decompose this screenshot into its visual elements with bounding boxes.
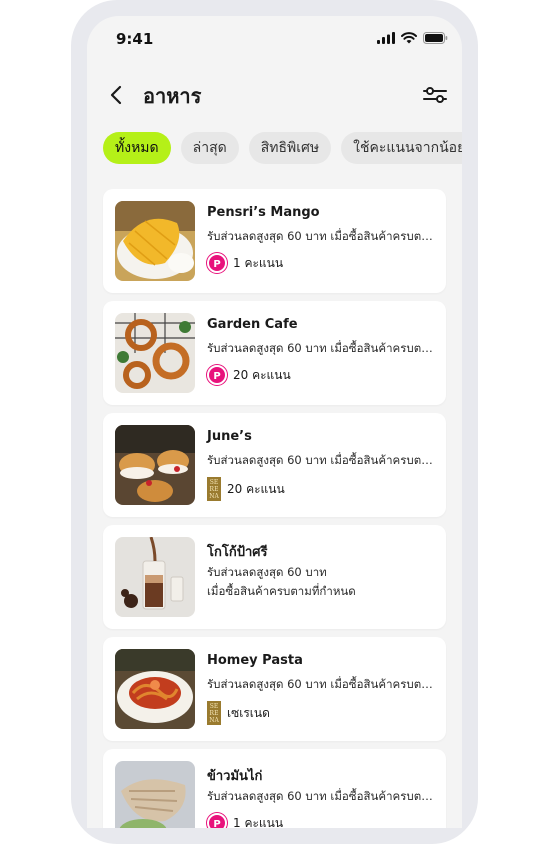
merchant-card[interactable]: Homey Pasta รับส่วนลดสูงสุด 60 บาท เมื่อ…: [103, 637, 446, 741]
merchant-list: Pensri’s Mango รับส่วนลดสูงสุด 60 บาท เม…: [103, 189, 446, 828]
merchant-card[interactable]: Pensri’s Mango รับส่วนลดสูงสุด 60 บาท เม…: [103, 189, 446, 293]
points-text: 1 คะแนน: [233, 255, 284, 270]
screen: 9:41 อาหาร ทั้งหมด ล่าสุด สิทธิพิเศษ ใช้…: [87, 16, 462, 828]
filter-chips: ทั้งหมด ล่าสุด สิทธิพิเศษ ใช้คะแนนจากน้อ…: [103, 132, 462, 164]
chip-points-low-to-high[interactable]: ใช้คะแนนจากน้อยไปมาก: [341, 132, 462, 164]
points-text: เซเรเนด: [227, 705, 270, 720]
merchant-offer: รับส่วนลดสูงสุด 60 บาท เมื่อซื้อสินค้าคร…: [207, 341, 433, 355]
merchant-offer: รับส่วนลดสูงสุด 60 บาท เมื่อซื้อสินค้าคร…: [207, 453, 433, 467]
page-title: อาหาร: [143, 84, 202, 108]
merchant-offer-line2: เมื่อซื้อสินค้าครบตามที่กำหนด: [207, 584, 356, 598]
merchant-name: โกโก้ป้าศรี: [207, 545, 268, 560]
merchant-card[interactable]: June’s รับส่วนลดสูงสุด 60 บาท เมื่อซื้อส…: [103, 413, 446, 517]
battery-icon: [423, 32, 448, 44]
points-row: P 20 คะแนน: [207, 365, 291, 385]
cream-puff-image: [115, 425, 195, 505]
serenade-logo-icon: SE RE NA: [207, 477, 221, 501]
signal-icon: [377, 32, 395, 44]
chip-latest[interactable]: ล่าสุด: [180, 132, 239, 164]
points-row: P 1 คะแนน: [207, 813, 283, 828]
wifi-icon: [401, 32, 417, 44]
chicken-rice-image: [115, 761, 195, 828]
serenade-logo-icon: SE RE NA: [207, 701, 221, 725]
points-text: 20 คะแนน: [233, 367, 291, 382]
points-badge-icon: P: [207, 813, 227, 828]
phone-frame: 9:41 อาหาร ทั้งหมด ล่าสุด สิทธิพิเศษ ใช้…: [71, 0, 478, 844]
back-icon[interactable]: [107, 83, 127, 107]
points-row: P 1 คะแนน: [207, 253, 283, 273]
points-text: 20 คะแนน: [227, 481, 285, 496]
merchant-card[interactable]: Garden Cafe รับส่วนลดสูงสุด 60 บาท เมื่อ…: [103, 301, 446, 405]
mango-sticky-rice-image: [115, 201, 195, 281]
merchant-name: Garden Cafe: [207, 317, 298, 332]
points-row: SE RE NA 20 คะแนน: [207, 477, 285, 501]
pasta-image: [115, 649, 195, 729]
points-badge-icon: P: [207, 253, 227, 273]
merchant-name: ข้าวมันไก่: [207, 769, 263, 784]
status-time: 9:41: [116, 30, 154, 48]
merchant-name: June’s: [207, 429, 252, 444]
merchant-name: Homey Pasta: [207, 653, 303, 668]
chip-all[interactable]: ทั้งหมด: [103, 132, 171, 164]
filter-icon[interactable]: [422, 84, 448, 106]
points-text: 1 คะแนน: [233, 815, 284, 829]
pretzel-image: [115, 313, 195, 393]
merchant-offer: รับส่วนลดสูงสุด 60 บาท เมื่อซื้อสินค้าคร…: [207, 229, 433, 243]
chip-privileges[interactable]: สิทธิพิเศษ: [248, 132, 332, 164]
merchant-offer: รับส่วนลดสูงสุด 60 บาท เมื่อซื้อสินค้าคร…: [207, 789, 433, 803]
merchant-card[interactable]: ข้าวมันไก่ รับส่วนลดสูงสุด 60 บาท เมื่อซ…: [103, 749, 446, 828]
points-badge-icon: P: [207, 365, 227, 385]
status-icons: [377, 32, 448, 44]
merchant-name: Pensri’s Mango: [207, 205, 320, 220]
merchant-offer: รับส่วนลดสูงสุด 60 บาท เมื่อซื้อสินค้าคร…: [207, 677, 433, 691]
points-row: SE RE NA เซเรเนด: [207, 701, 270, 725]
cocoa-drink-image: [115, 537, 195, 617]
merchant-card[interactable]: โกโก้ป้าศรี รับส่วนลดสูงสุด 60 บาท เมื่อ…: [103, 525, 446, 629]
merchant-offer: รับส่วนลดสูงสุด 60 บาท: [207, 565, 327, 579]
